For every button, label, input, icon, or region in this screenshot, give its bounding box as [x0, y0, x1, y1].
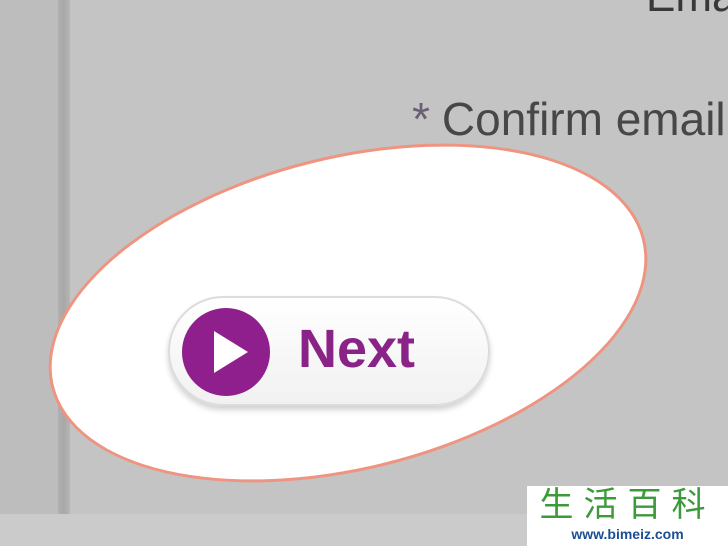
next-button[interactable]: Next [168, 296, 490, 406]
watermark-url: www.bimeiz.com [571, 526, 684, 542]
left-gutter [0, 0, 58, 546]
confirm-email-text: Confirm email [441, 93, 726, 145]
next-button-label: Next [298, 319, 416, 379]
panel-divider [58, 0, 70, 546]
confirm-email-label: * Confirm email [412, 92, 726, 146]
required-asterisk: * [412, 93, 430, 145]
play-icon [182, 308, 270, 396]
email-label: Email [646, 0, 728, 22]
watermark-chinese-text: 生活百科 [539, 485, 716, 525]
watermark: 生活百科 www.bimeiz.com [527, 486, 728, 546]
